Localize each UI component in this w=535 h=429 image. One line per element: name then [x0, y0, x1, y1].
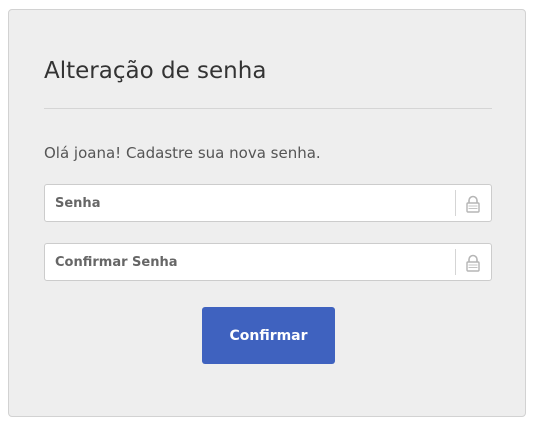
- password-field: [44, 184, 492, 222]
- password-field-separator: [455, 190, 456, 216]
- lock-icon: [463, 194, 483, 214]
- password-change-card: Alteração de senha Olá joana! Cadastre s…: [8, 9, 526, 417]
- title-divider: [44, 108, 492, 109]
- confirm-password-field: [44, 243, 492, 281]
- confirm-field-separator: [455, 249, 456, 275]
- confirm-password-input[interactable]: [45, 244, 455, 280]
- confirm-button[interactable]: Confirmar: [202, 307, 335, 364]
- greeting-text: Olá joana! Cadastre sua nova senha.: [44, 144, 321, 162]
- page-title: Alteração de senha: [44, 58, 267, 84]
- lock-icon: [463, 253, 483, 273]
- password-input[interactable]: [45, 185, 455, 221]
